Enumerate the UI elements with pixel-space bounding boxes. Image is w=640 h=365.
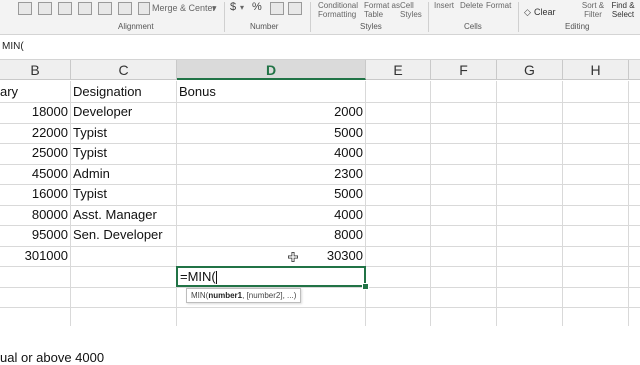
- cell-designation[interactable]: Admin: [73, 164, 175, 184]
- number-group-label: Number: [250, 22, 279, 31]
- align-top-icon[interactable]: [18, 2, 32, 15]
- percent-button[interactable]: %: [252, 2, 262, 13]
- cell-designation[interactable]: Asst. Manager: [73, 205, 175, 225]
- currency-button[interactable]: $: [230, 2, 236, 13]
- align-center-icon[interactable]: [78, 2, 92, 15]
- function-tooltip[interactable]: MIN(number1, [number2], ...): [186, 288, 302, 303]
- cell-salary[interactable]: 16000: [0, 184, 68, 204]
- separator: [224, 2, 225, 32]
- active-cell-text: =MIN(: [180, 269, 216, 284]
- formula-bar[interactable]: MIN(: [0, 35, 640, 60]
- cell-designation[interactable]: Typist: [73, 143, 175, 163]
- increase-decimal-icon[interactable]: [288, 2, 302, 15]
- cell-salary-total[interactable]: 301000: [0, 246, 68, 266]
- crosshair-cursor-icon: [288, 252, 298, 262]
- separator: [310, 2, 311, 32]
- grid-line: [0, 287, 640, 288]
- cell-designation[interactable]: Typist: [73, 184, 175, 204]
- cell-designation-header[interactable]: Designation: [73, 82, 175, 102]
- clear-button[interactable]: Clear: [534, 8, 556, 17]
- format-as-table-button[interactable]: Format as Table: [364, 1, 400, 19]
- cell-salary[interactable]: 22000: [0, 123, 68, 143]
- find-select-button[interactable]: Find & Select: [608, 1, 638, 19]
- merge-center-button[interactable]: Merge & Center: [152, 4, 216, 13]
- cell-bonus[interactable]: 8000: [177, 225, 363, 245]
- cell-salary[interactable]: 45000: [0, 164, 68, 184]
- cell-bonus-header[interactable]: Bonus: [179, 82, 363, 102]
- delete-button[interactable]: Delete: [460, 1, 483, 10]
- align-left-icon[interactable]: [58, 2, 72, 15]
- cell-bonus[interactable]: 4000: [177, 143, 363, 163]
- cell-designation[interactable]: Sen. Developer: [73, 225, 175, 245]
- cell-bonus[interactable]: 2300: [177, 164, 363, 184]
- column-header-b[interactable]: B: [0, 60, 71, 80]
- insert-button[interactable]: Insert: [434, 1, 454, 10]
- cell-designation[interactable]: [73, 246, 175, 266]
- grid-line: [628, 81, 629, 326]
- ribbon: Merge & Center ▾ Alignment $ ▾ % Number …: [0, 0, 640, 35]
- currency-dropdown-icon[interactable]: ▾: [240, 3, 244, 12]
- merge-dropdown-icon[interactable]: ▾: [212, 4, 217, 13]
- text-caret: [215, 271, 217, 285]
- cell-bonus[interactable]: 5000: [177, 123, 363, 143]
- conditional-formatting-button[interactable]: Conditional Formatting: [318, 1, 362, 19]
- clear-icon[interactable]: ◇: [524, 8, 531, 17]
- cell-bonus-total[interactable]: 30300: [177, 246, 363, 266]
- cell-bonus[interactable]: 5000: [177, 184, 363, 204]
- merge-icon[interactable]: [138, 2, 150, 15]
- column-header-h[interactable]: H: [563, 60, 629, 80]
- grid-line: [0, 307, 640, 308]
- decrease-indent-icon[interactable]: [118, 2, 132, 15]
- tooltip-arg-number1: number1: [208, 291, 243, 300]
- column-header-e[interactable]: E: [366, 60, 431, 80]
- editing-group-label: Editing: [565, 22, 590, 31]
- grid-line: [496, 81, 497, 326]
- grid-line: [430, 81, 431, 326]
- align-middle-icon[interactable]: [38, 2, 52, 15]
- fill-handle[interactable]: [362, 283, 369, 290]
- formula-bar-content[interactable]: MIN(: [2, 41, 24, 52]
- column-header-f[interactable]: F: [431, 60, 497, 80]
- cell-designation[interactable]: Developer: [73, 102, 175, 122]
- grid-line: [562, 81, 563, 326]
- cell-salary-header[interactable]: ary: [0, 82, 69, 102]
- column-header-g[interactable]: G: [497, 60, 563, 80]
- cell-bonus[interactable]: 2000: [177, 102, 363, 122]
- align-right-icon[interactable]: [98, 2, 112, 15]
- styles-group-label: Styles: [360, 22, 382, 31]
- cell-salary[interactable]: 80000: [0, 205, 68, 225]
- separator: [518, 2, 519, 32]
- active-cell-editor[interactable]: =MIN(: [176, 266, 366, 287]
- column-header-d[interactable]: D: [177, 60, 366, 80]
- alignment-group-label: Alignment: [118, 22, 154, 31]
- sheet-note-text: ual or above 4000: [0, 350, 105, 365]
- cell-salary[interactable]: 25000: [0, 143, 68, 163]
- format-button[interactable]: Format: [486, 1, 511, 10]
- cell-styles-button[interactable]: Cell Styles: [400, 1, 424, 19]
- column-header-next[interactable]: [629, 60, 640, 80]
- tooltip-arg-rest: , [number2], ...): [242, 291, 297, 300]
- comma-style-icon[interactable]: [270, 2, 284, 15]
- cell-salary[interactable]: 18000: [0, 102, 68, 122]
- column-header-c[interactable]: C: [71, 60, 177, 80]
- tooltip-function-name[interactable]: MIN(: [191, 291, 208, 300]
- cells-group-label: Cells: [464, 22, 482, 31]
- cell-salary[interactable]: 95000: [0, 225, 68, 245]
- cell-bonus[interactable]: 4000: [177, 205, 363, 225]
- grid-line: [70, 81, 71, 326]
- sort-filter-button[interactable]: Sort & Filter: [580, 1, 606, 19]
- cell-designation[interactable]: Typist: [73, 123, 175, 143]
- separator: [428, 2, 429, 32]
